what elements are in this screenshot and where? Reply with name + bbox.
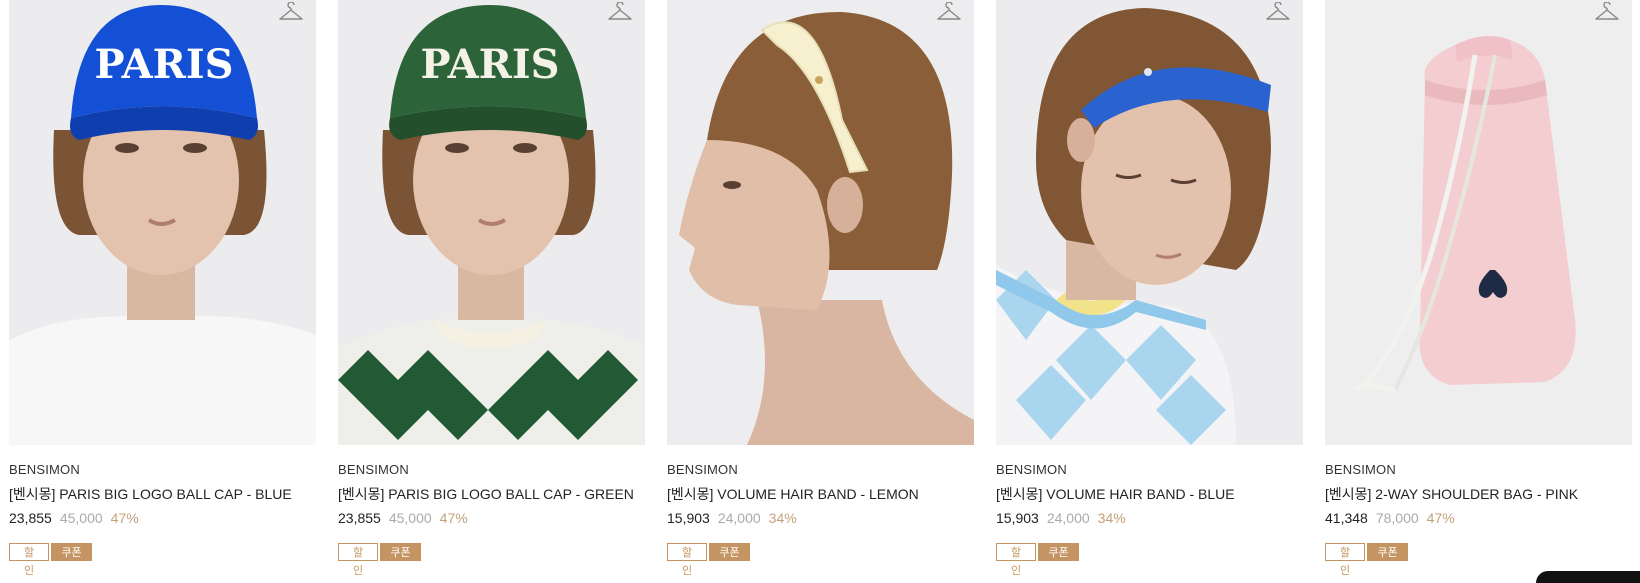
original-price: 24,000 — [1046, 510, 1090, 526]
sale-badge: 할인 — [9, 543, 49, 577]
badge-group: 할인 쿠폰 — [338, 543, 645, 577]
original-price: 24,000 — [717, 510, 761, 526]
product-image[interactable]: PARIS — [338, 0, 645, 445]
product-brand[interactable]: BENSIMON — [1325, 462, 1632, 478]
product-name[interactable]: [벤시몽] 2-WAY SHOULDER BAG - PINK — [1325, 485, 1632, 503]
product-card[interactable]: PARIS BENSIMON [벤시몽] PARIS BIG LOGO BALL… — [338, 0, 645, 577]
discount-rate: 47% — [1426, 510, 1455, 526]
badge-group: 할인 쿠폰 — [1325, 543, 1632, 577]
product-image[interactable] — [1325, 0, 1632, 445]
product-brand[interactable]: BENSIMON — [996, 462, 1303, 478]
coupon-badge: 쿠폰 — [1367, 543, 1408, 561]
hanger-icon[interactable] — [1594, 2, 1620, 24]
hanger-icon[interactable] — [936, 2, 962, 24]
product-card[interactable]: BENSIMON [벤시몽] 2-WAY SHOULDER BAG - PINK… — [1325, 0, 1632, 577]
cap-logo-text: PARIS — [420, 41, 559, 88]
sale-badge: 할인 — [338, 543, 378, 577]
original-price: 45,000 — [388, 510, 432, 526]
product-brand[interactable]: BENSIMON — [338, 462, 645, 478]
price-row: 23,855 45,000 47% — [9, 509, 316, 527]
discount-rate: 34% — [768, 510, 797, 526]
badge-group: 할인 쿠폰 — [667, 543, 974, 577]
product-photo — [667, 0, 974, 445]
sale-price: 41,348 — [1325, 510, 1368, 526]
product-image[interactable] — [996, 0, 1303, 445]
coupon-badge: 쿠폰 — [709, 543, 750, 561]
product-name[interactable]: [벤시몽] PARIS BIG LOGO BALL CAP - GREEN — [338, 485, 645, 503]
hanger-icon[interactable] — [278, 2, 304, 24]
original-price: 45,000 — [59, 510, 103, 526]
hanger-icon[interactable] — [607, 2, 633, 24]
product-card[interactable]: PARIS BENSIMON [벤시몽] PARIS BIG LOGO BALL… — [9, 0, 316, 577]
coupon-badge: 쿠폰 — [1038, 543, 1079, 561]
sale-price: 15,903 — [996, 510, 1039, 526]
price-row: 41,348 78,000 47% — [1325, 509, 1632, 527]
original-price: 78,000 — [1375, 510, 1419, 526]
discount-rate: 34% — [1097, 510, 1126, 526]
floating-widget-edge[interactable] — [1536, 571, 1640, 583]
product-grid: PARIS BENSIMON [벤시몽] PARIS BIG LOGO BALL… — [0, 0, 1640, 583]
product-card[interactable]: BENSIMON [벤시몽] VOLUME HAIR BAND - LEMON … — [667, 0, 974, 577]
product-photo: PARIS — [338, 0, 645, 445]
sale-badge: 할인 — [1325, 543, 1365, 577]
badge-group: 할인 쿠폰 — [9, 543, 316, 577]
sale-badge: 할인 — [667, 543, 707, 577]
product-image[interactable]: PARIS — [9, 0, 316, 445]
sale-price: 23,855 — [338, 510, 381, 526]
product-brand[interactable]: BENSIMON — [9, 462, 316, 478]
product-name[interactable]: [벤시몽] PARIS BIG LOGO BALL CAP - BLUE — [9, 485, 316, 503]
product-photo — [996, 0, 1303, 445]
sale-price: 23,855 — [9, 510, 52, 526]
price-row: 23,855 45,000 47% — [338, 509, 645, 527]
badge-group: 할인 쿠폰 — [996, 543, 1303, 577]
product-photo — [1325, 0, 1632, 445]
product-image[interactable] — [667, 0, 974, 445]
sale-badge: 할인 — [996, 543, 1036, 577]
coupon-badge: 쿠폰 — [380, 543, 421, 561]
product-brand[interactable]: BENSIMON — [667, 462, 974, 478]
product-name[interactable]: [벤시몽] VOLUME HAIR BAND - BLUE — [996, 485, 1303, 503]
price-row: 15,903 24,000 34% — [996, 509, 1303, 527]
product-photo: PARIS — [9, 0, 316, 445]
price-row: 15,903 24,000 34% — [667, 509, 974, 527]
product-card[interactable]: BENSIMON [벤시몽] VOLUME HAIR BAND - BLUE 1… — [996, 0, 1303, 577]
discount-rate: 47% — [439, 510, 468, 526]
cap-logo-text: PARIS — [94, 41, 233, 88]
product-name[interactable]: [벤시몽] VOLUME HAIR BAND - LEMON — [667, 485, 974, 503]
discount-rate: 47% — [110, 510, 139, 526]
coupon-badge: 쿠폰 — [51, 543, 92, 561]
sale-price: 15,903 — [667, 510, 710, 526]
hanger-icon[interactable] — [1265, 2, 1291, 24]
